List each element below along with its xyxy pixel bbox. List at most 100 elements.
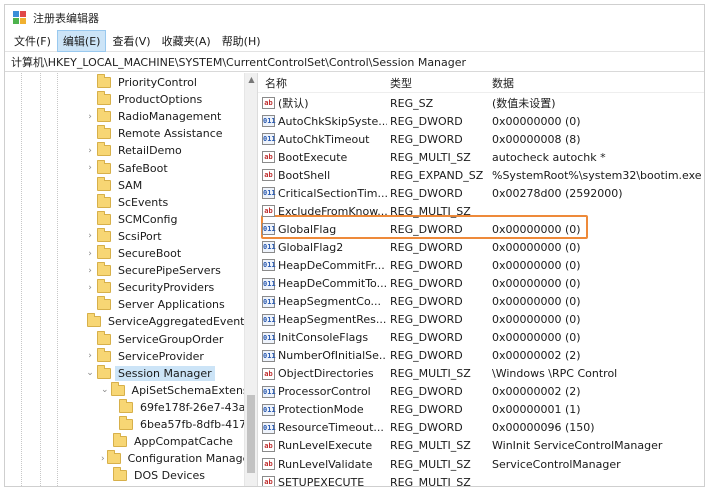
value-row[interactable]: 011 AutoChkSkipSyste... REG_DWORD 0x0000000… — [258, 112, 704, 130]
tree-node[interactable]: AppCompatCache — [5, 433, 244, 450]
value-name: AutoChkSkipSyste... — [278, 114, 387, 128]
tree-node-label: Session Manager — [115, 365, 215, 381]
value-row[interactable]: 011 ProcessorControl REG_DWORD 0x00000002 (… — [258, 383, 704, 401]
value-data: (数值未设置) — [492, 97, 556, 110]
expand-right-icon[interactable]: › — [85, 231, 95, 241]
value-data: 0x00000002 (2) — [492, 385, 581, 399]
tree-node[interactable]: ⌄ ApiSetSchemaExtension — [5, 381, 257, 399]
column-type-header[interactable]: 类型 — [387, 75, 489, 91]
value-row[interactable]: 011 ProtectionMode REG_DWORD 0x00000001 (1) — [258, 401, 704, 419]
folder-icon — [97, 245, 111, 259]
value-row[interactable]: 011 InitConsoleFlags REG_DWORD 0x00000000 (… — [258, 329, 704, 347]
tree-node-label: Configuration Manager — [127, 452, 254, 466]
tree-node[interactable]: › ScsiPort — [5, 227, 244, 245]
value-type: REG_MULTI_SZ — [390, 367, 471, 381]
tree-node[interactable]: › RetailDemo — [5, 142, 244, 159]
value-name-cell: 011 AutoChkTimeout — [258, 133, 387, 146]
value-row[interactable]: ab SETUPEXECUTE REG_MULTI_SZ — [258, 473, 704, 486]
value-row[interactable]: 011 HeapSegmentRes... REG_DWORD 0x00000000 … — [258, 311, 704, 329]
expand-right-icon[interactable]: › — [85, 146, 95, 156]
tree-node[interactable]: › SafeBoot — [5, 159, 244, 177]
tree-node-label: ScsiPort — [118, 229, 162, 243]
tree-node[interactable]: ServiceGroupOrder — [5, 330, 244, 348]
expand-right-icon[interactable]: › — [85, 351, 95, 361]
value-row[interactable]: 011 NumberOfInitialSe... REG_DWORD 0x000000… — [258, 347, 704, 365]
expand-right-icon[interactable]: › — [85, 283, 95, 293]
tree-scrollbar[interactable]: ▲ — [244, 73, 257, 486]
value-row[interactable]: ab ExcludeFromKnow... REG_MULTI_SZ — [258, 202, 704, 220]
value-name-cell: 011 HeapSegmentRes... — [258, 313, 387, 326]
tree-node[interactable]: PriorityControl — [5, 74, 244, 91]
value-type: REG_DWORD — [390, 403, 463, 417]
tree-node[interactable]: › SecurityProviders — [5, 279, 244, 296]
value-row[interactable]: 011 HeapSegmentCo... REG_DWORD 0x00000000 (… — [258, 293, 704, 311]
value-type: REG_MULTI_SZ — [390, 204, 471, 218]
value-row[interactable]: 011 HeapDeCommitTo... REG_DWORD 0x00000000 … — [258, 275, 704, 293]
column-data-header[interactable]: 数据 — [489, 75, 704, 91]
tree-node[interactable]: Remote Assistance — [5, 125, 244, 142]
value-name: ObjectDirectories — [278, 367, 374, 381]
scrollbar-thumb[interactable] — [247, 395, 255, 473]
value-row[interactable]: 011 ResourceTimeout... REG_DWORD 0x00000096… — [258, 419, 704, 437]
column-name-header[interactable]: 名称 — [258, 75, 387, 91]
tree-node-label: SecureBoot — [118, 247, 182, 260]
menu-item-1[interactable]: 编辑(E) — [56, 30, 107, 52]
expand-down-icon[interactable]: ⌄ — [85, 368, 95, 378]
tree-node[interactable]: DOS Devices — [5, 467, 244, 484]
tree-node[interactable]: › Configuration Manager — [5, 450, 254, 467]
tree-node[interactable]: ScEvents — [5, 193, 244, 211]
value-row[interactable]: 011 AutoChkTimeout REG_DWORD 0x00000008 (8) — [258, 130, 704, 148]
key-tree-pane: PriorityControl ProductOptions › RadioManag… — [5, 73, 258, 486]
binary-value-icon: 011 — [262, 313, 276, 326]
tree-node[interactable]: 6bea57fb-8dfb-4177 — [5, 416, 253, 433]
tree-node[interactable]: › RadioManagement — [5, 108, 244, 125]
tree-node[interactable]: › SecurePipeServers — [5, 262, 244, 279]
value-name: GlobalFlag — [278, 222, 337, 236]
scroll-up-icon[interactable]: ▲ — [245, 75, 257, 84]
value-row[interactable]: ab RunLevelValidate REG_MULTI_SZ ServiceCon… — [258, 455, 704, 473]
value-type: REG_DWORD — [390, 132, 463, 146]
value-name: ExcludeFromKnow... — [278, 204, 387, 218]
value-type: REG_DWORD — [390, 258, 463, 272]
value-name: HeapSegmentRes... — [278, 313, 387, 327]
tree-node-label: ProductOptions — [118, 93, 203, 107]
value-row[interactable]: ab BootExecute REG_MULTI_SZ autocheck autoc… — [258, 148, 704, 166]
value-row[interactable]: ab (默认) REG_SZ (数值未设置) — [258, 94, 704, 112]
address-bar[interactable]: 计算机\HKEY_LOCAL_MACHINE\SYSTEM\CurrentCon… — [5, 51, 704, 72]
tree-node[interactable]: 69fe178f-26e7-43a9 — [5, 398, 252, 416]
value-row[interactable]: ab ObjectDirectories REG_MULTI_SZ \Windows … — [258, 365, 704, 383]
value-data: ServiceControlManager — [492, 457, 621, 471]
value-name: ProcessorControl — [278, 385, 371, 399]
menu-item-0[interactable]: 文件(F) — [9, 31, 56, 51]
tree-node[interactable]: ⌄ Session Manager — [5, 364, 244, 382]
menu-item-3[interactable]: 收藏夹(A) — [157, 31, 216, 51]
menu-item-4[interactable]: 帮助(H) — [217, 31, 266, 51]
tree-node[interactable]: SAM — [5, 176, 244, 194]
menu-item-2[interactable]: 查看(V) — [107, 31, 155, 51]
string-value-icon: ab — [262, 439, 275, 452]
value-name-cell: 011 HeapDeCommitFr... — [258, 259, 387, 272]
value-row[interactable]: ab BootShell REG_EXPAND_SZ %SystemRoot%\sys… — [258, 166, 704, 184]
tree-node[interactable]: › ServiceProvider — [5, 347, 244, 365]
value-row[interactable]: 011 HeapDeCommitFr... REG_DWORD 0x00000000 … — [258, 256, 704, 274]
expand-right-icon[interactable]: › — [85, 249, 95, 259]
title-bar: 注册表编辑器 — [5, 5, 704, 31]
expand-down-icon[interactable]: ⌄ — [101, 385, 109, 395]
expand-right-icon[interactable]: › — [85, 266, 95, 276]
tree-node[interactable]: › SecureBoot — [5, 245, 244, 262]
value-row[interactable]: 011 GlobalFlag2 REG_DWORD 0x00000000 (0) — [258, 238, 704, 256]
expand-right-icon[interactable]: › — [85, 163, 95, 173]
value-type: REG_DWORD — [390, 313, 463, 327]
tree-node[interactable]: ServiceAggregatedEvents — [5, 313, 250, 330]
value-type: REG_DWORD — [390, 240, 463, 254]
tree-node[interactable]: SCMConfig — [5, 210, 244, 228]
value-row[interactable]: 011 GlobalFlag REG_DWORD 0x00000000 (0) — [258, 220, 704, 238]
value-row[interactable]: ab RunLevelExecute REG_MULTI_SZ WinInit Ser… — [258, 437, 704, 455]
expand-right-icon[interactable]: › — [101, 454, 105, 464]
tree-node-label: ServiceGroupOrder — [118, 332, 224, 346]
folder-icon — [97, 330, 111, 345]
tree-node[interactable]: Server Applications — [5, 296, 244, 313]
expand-right-icon[interactable]: › — [85, 112, 95, 122]
value-row[interactable]: 011 CriticalSectionTim... REG_DWORD 0x00278… — [258, 184, 704, 202]
tree-node[interactable]: ProductOptions — [5, 91, 244, 108]
